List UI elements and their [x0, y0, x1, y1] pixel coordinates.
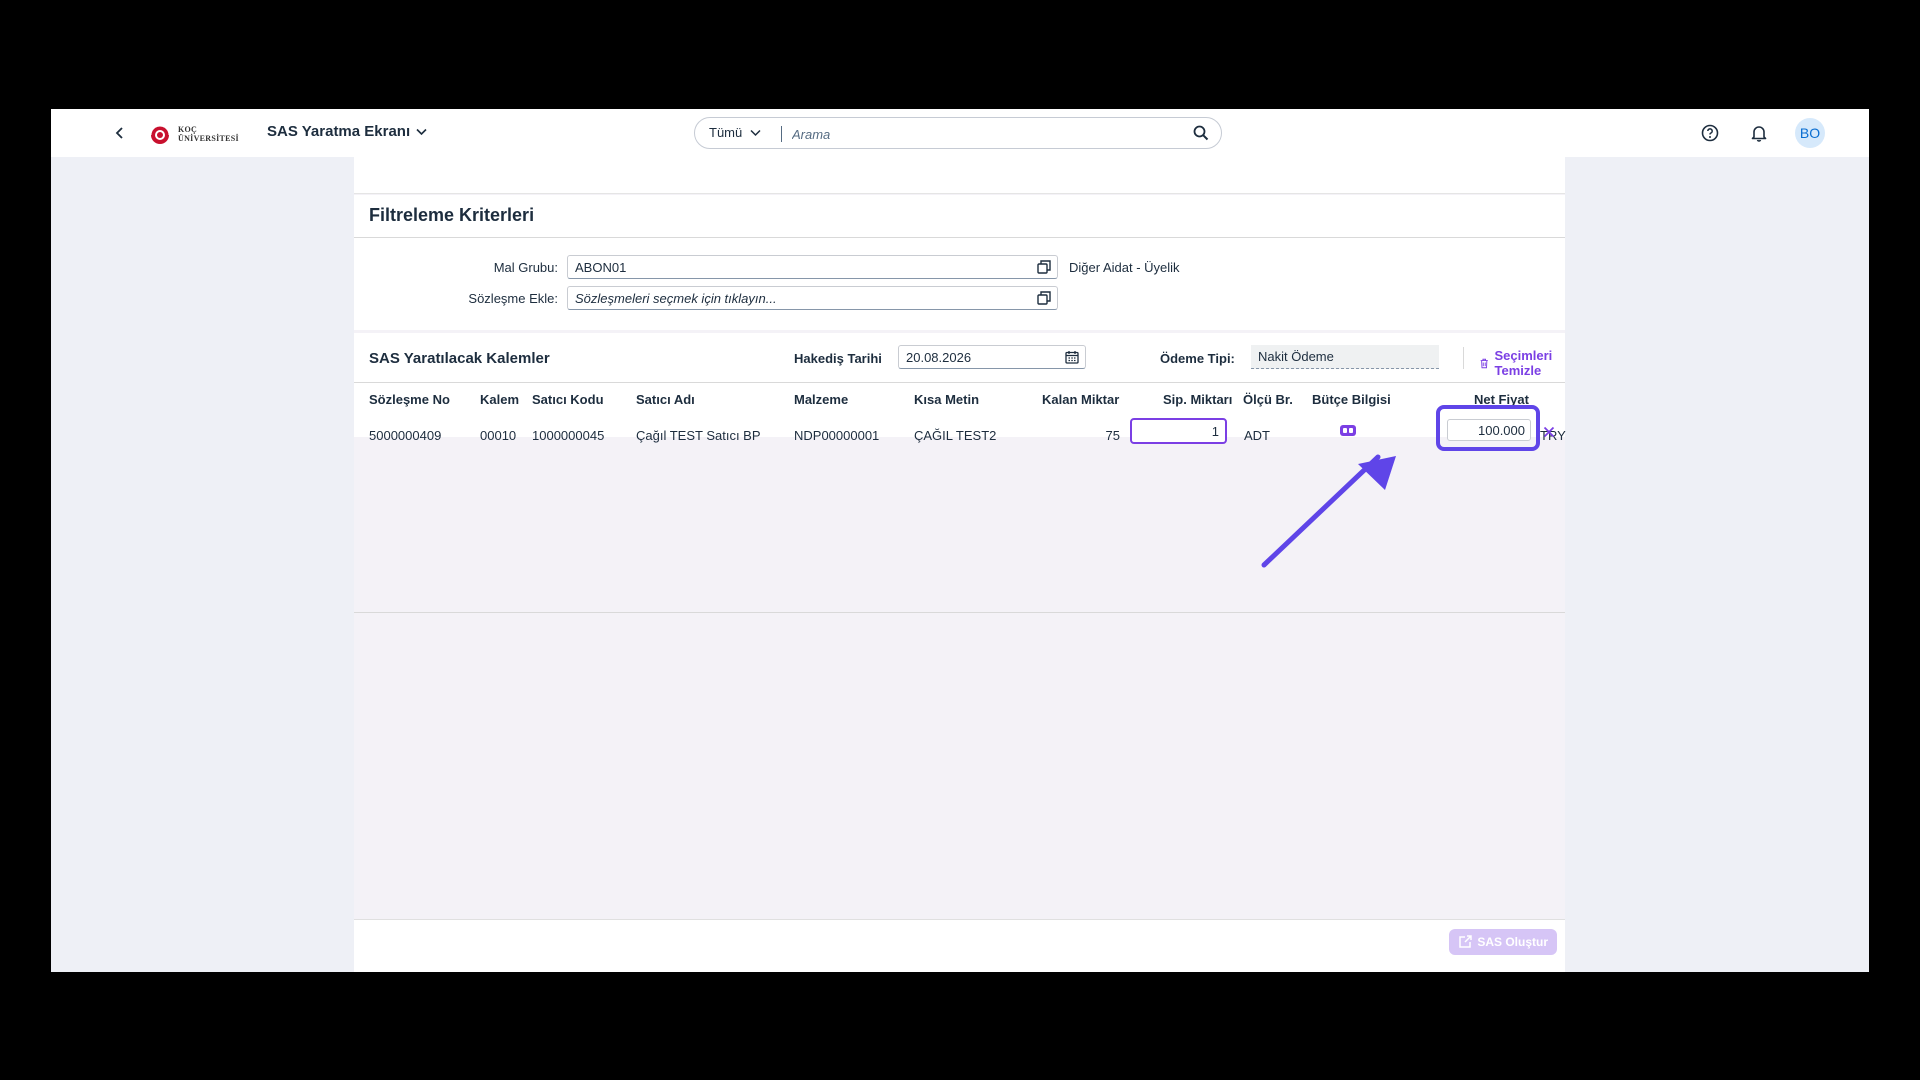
mal-grubu-description: Diğer Aidat - Üyelik	[1069, 260, 1180, 275]
odeme-tipi-field[interactable]: Nakit Ödeme	[1251, 345, 1439, 369]
sas-create-button[interactable]: SAS Oluştur	[1449, 929, 1557, 955]
budget-info-icon[interactable]	[1339, 423, 1357, 438]
sas-create-label: SAS Oluştur	[1477, 935, 1548, 949]
chevron-left-icon	[115, 127, 123, 139]
trash-icon	[1480, 358, 1488, 368]
cell-olcu-br: ADT	[1244, 428, 1270, 443]
footer-toolbar: SAS Oluştur	[354, 919, 1565, 972]
clear-selections-button[interactable]: Seçimleri Temizle	[1480, 348, 1565, 378]
col-header-satici-adi[interactable]: Satıcı Adı	[636, 392, 695, 407]
mal-grubu-value: ABON01	[575, 260, 627, 275]
help-icon	[1701, 124, 1719, 142]
sip-miktari-input[interactable]	[1130, 418, 1227, 444]
app-title: SAS Yaratma Ekranı	[267, 123, 411, 140]
filter-form: Mal Grubu: ABON01 Diğer Aidat - Üyelik S…	[354, 238, 1565, 330]
chevron-down-icon	[416, 128, 427, 135]
sozlesme-ekle-placeholder: Sözleşmeleri seçmek için tıklayın...	[575, 291, 777, 306]
cell-malzeme: NDP00000001	[794, 428, 880, 443]
cell-kalan-miktar: 75	[1105, 428, 1120, 443]
chevron-down-icon	[750, 129, 761, 136]
table-title: SAS Yaratılacak Kalemler	[369, 350, 550, 367]
sozlesme-ekle-label: Sözleşme Ekle:	[468, 291, 558, 306]
logo-line1: KOÇ	[178, 125, 198, 134]
page-content: Filtreleme Kriterleri Mal Grubu: ABON01 …	[354, 157, 1566, 972]
logo-mark-icon	[150, 125, 170, 144]
back-button[interactable]	[109, 122, 131, 144]
help-button[interactable]	[1700, 123, 1720, 143]
bell-icon	[1751, 126, 1767, 142]
filter-title: Filtreleme Kriterleri	[369, 205, 535, 225]
odeme-tipi-value: Nakit Ödeme	[1258, 349, 1334, 364]
close-icon[interactable]	[1543, 426, 1555, 438]
search-separator	[781, 126, 782, 142]
search-field: Tümü	[694, 117, 1222, 149]
cell-satici-kodu: 1000000045	[532, 428, 605, 443]
col-header-olcu-br[interactable]: Ölçü Br.	[1243, 392, 1293, 407]
app-window: KOÇ ÜNİVERSİTESİ SAS Yaratma Ekranı Tümü…	[51, 109, 1869, 972]
col-header-kalem[interactable]: Kalem	[480, 392, 519, 407]
mal-grubu-label: Mal Grubu:	[493, 260, 558, 275]
col-header-sozlesme-no[interactable]: Sözleşme No	[369, 392, 450, 407]
calendar-icon[interactable]	[1065, 350, 1079, 364]
sozlesme-ekle-input[interactable]: Sözleşmeleri seçmek için tıklayın...	[567, 286, 1058, 310]
cell-kalem: 00010	[480, 428, 517, 443]
koc-university-logo[interactable]: KOÇ ÜNİVERSİTESİ	[148, 123, 239, 145]
clear-selections-label: Seçimleri Temizle	[1494, 348, 1553, 378]
hakedis-tarihi-value: 20.08.2026	[906, 350, 972, 365]
avatar[interactable]: BO	[1795, 118, 1825, 148]
cell-satici-adi: Çağıl TEST Satıcı BP	[636, 428, 761, 443]
odeme-tipi-label: Ödeme Tipi:	[1160, 351, 1235, 366]
shellbar: KOÇ ÜNİVERSİTESİ SAS Yaratma Ekranı Tümü…	[51, 109, 1869, 157]
col-header-kalan-miktar[interactable]: Kalan Miktar	[1042, 392, 1119, 407]
hakedis-tarihi-datepicker[interactable]: 20.08.2026	[898, 345, 1086, 369]
col-header-sip-miktari[interactable]: Sip. Miktarı	[1163, 392, 1232, 407]
filter-panel-header: Filtreleme Kriterleri	[354, 195, 1565, 238]
value-help-icon[interactable]	[1037, 260, 1051, 274]
cell-sozlesme-no: 5000000409	[369, 428, 442, 443]
create-icon	[1459, 935, 1473, 948]
notifications-button[interactable]	[1749, 123, 1769, 143]
hakedis-tarihi-label: Hakediş Tarihi	[794, 351, 882, 366]
row-divider	[354, 612, 1565, 613]
search-scope-value: Tümü	[709, 125, 743, 140]
logo-line2: ÜNİVERSİTESİ	[178, 134, 239, 143]
search-input[interactable]	[792, 124, 1172, 144]
search-scope-select[interactable]: Tümü	[709, 125, 761, 140]
value-help-icon[interactable]	[1037, 291, 1051, 305]
header-divider	[354, 382, 1565, 383]
net-fiyat-input[interactable]	[1447, 419, 1531, 441]
mal-grubu-input[interactable]: ABON01	[567, 255, 1058, 279]
col-header-satici-kodu[interactable]: Satıcı Kodu	[532, 392, 604, 407]
col-header-butce-bilgisi[interactable]: Bütçe Bilgisi	[1312, 392, 1391, 407]
page-header	[354, 157, 1565, 194]
col-header-malzeme[interactable]: Malzeme	[794, 392, 848, 407]
search-icon[interactable]	[1193, 125, 1209, 141]
col-header-kisa-metin[interactable]: Kısa Metin	[914, 392, 979, 407]
toolbar-separator	[1463, 347, 1464, 369]
app-title-menu[interactable]: SAS Yaratma Ekranı	[267, 123, 427, 140]
items-table: SAS Yaratılacak Kalemler Hakediş Tarihi …	[354, 333, 1566, 613]
cell-kisa-metin: ÇAĞIL TEST2	[914, 428, 997, 443]
